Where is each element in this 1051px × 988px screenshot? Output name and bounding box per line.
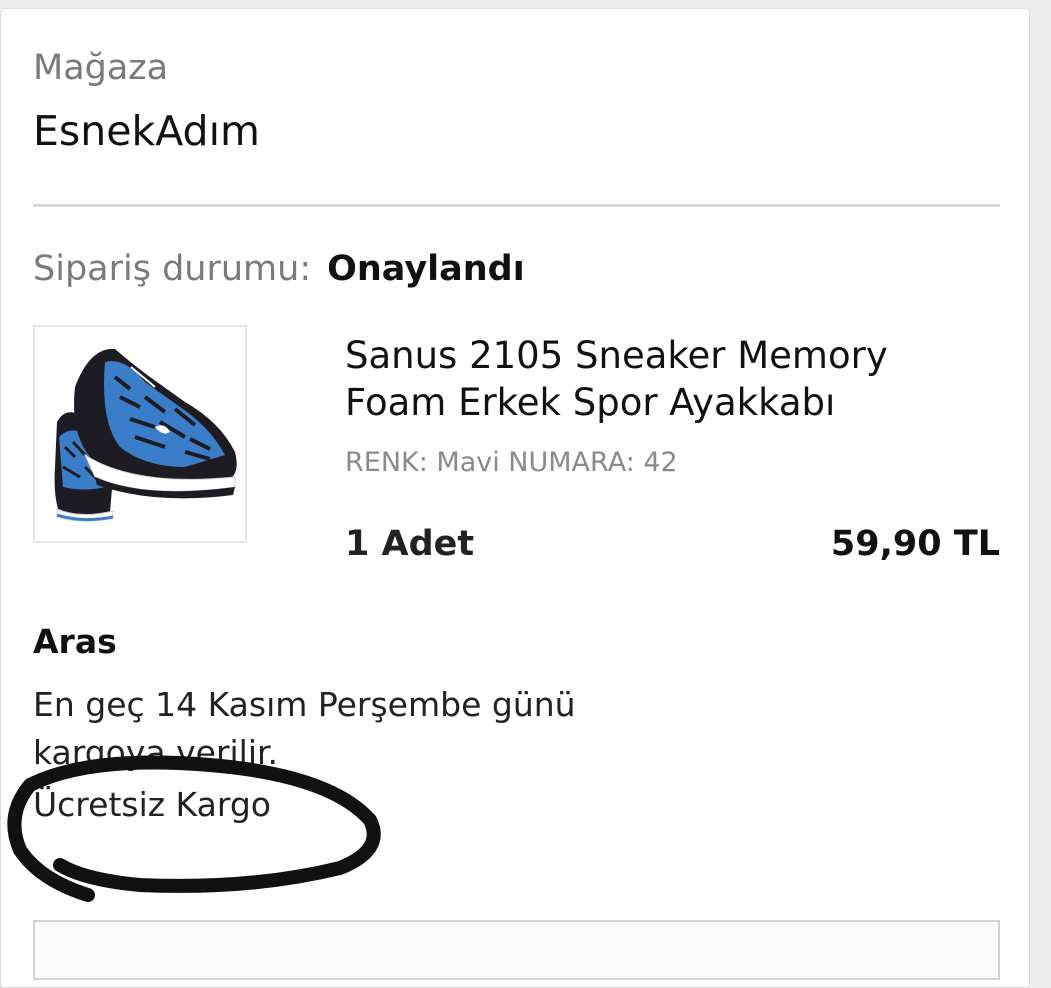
product-title[interactable]: Sanus 2105 Sneaker Memory Foam Erkek Spo… xyxy=(345,332,985,426)
free-shipping-label: Ücretsiz Kargo xyxy=(33,785,271,824)
order-status-value: Onaylandı xyxy=(327,249,525,289)
product-image[interactable] xyxy=(33,325,247,543)
shipping-estimate-line2: kargoya verilir. xyxy=(33,733,279,772)
product-variant: RENK: Mavi NUMARA: 42 xyxy=(345,447,678,478)
order-status-label: Sipariş durumu: xyxy=(33,249,312,289)
divider xyxy=(33,204,1000,207)
shipping-carrier: Aras xyxy=(33,622,117,661)
sneaker-image-icon xyxy=(54,348,237,522)
store-name[interactable]: EsnekAdım xyxy=(33,106,260,156)
order-status-row: Sipariş durumu: Onaylandı xyxy=(33,246,525,298)
shipping-estimate-line1: En geç 14 Kasım Perşembe günü xyxy=(33,685,576,724)
product-price: 59,90 TL xyxy=(830,524,1000,564)
product-quantity: 1 Adet xyxy=(345,524,475,564)
store-label: Mağaza xyxy=(33,48,169,88)
note-input-box[interactable] xyxy=(33,920,1000,980)
